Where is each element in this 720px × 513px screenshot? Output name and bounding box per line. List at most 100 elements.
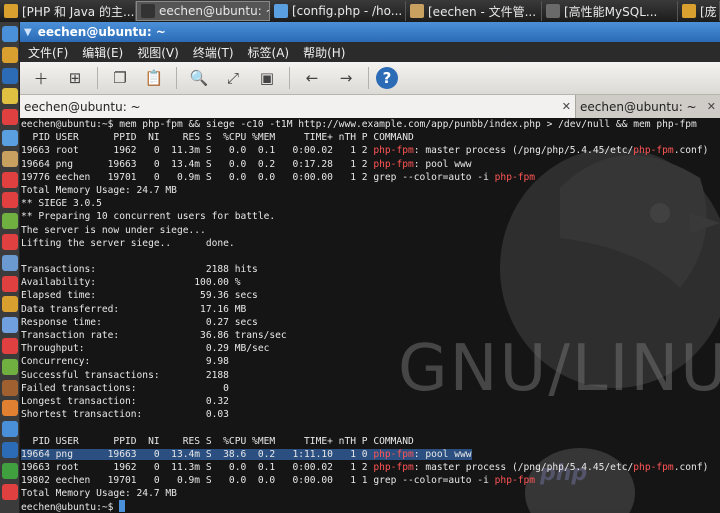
- highlighted-match: php-fpm: [494, 171, 536, 183]
- terminal-text: eechen@ubuntu:~$: [21, 502, 120, 513]
- terminal-text: 19776 eechen 19701 0 0.9m S 0.0 0.0 0:00…: [21, 171, 495, 183]
- dock-app-icon[interactable]: [2, 67, 18, 84]
- terminal-line: 19664 png 19663 0 13.4m S 0.0 0.2 0:17.2…: [21, 158, 708, 171]
- preferences-icon[interactable]: ▣: [252, 65, 282, 91]
- terminal-text: 19664 png 19663 0 13.4m S 38.6 0.2 1:11.…: [21, 448, 374, 460]
- terminal-line: Availability: 100.00 %: [21, 276, 708, 289]
- taskbar-item[interactable]: [config.php - /ho...: [270, 1, 406, 21]
- dock-app-icon[interactable]: [2, 358, 18, 375]
- terminal-line: ** Preparing 10 concurrent users for bat…: [21, 210, 708, 223]
- app-icon: [682, 4, 696, 18]
- dock-app-icon[interactable]: [2, 442, 18, 458]
- terminal-window: ▼ eechen@ubuntu: ~ 文件(F) 编辑(E) 视图(V) 终端(T) 标…: [20, 22, 720, 513]
- menu-item[interactable]: 视图(V): [137, 44, 179, 61]
- terminal-text: Failed transactions: 0: [21, 382, 229, 394]
- dock-app-icon[interactable]: [2, 213, 18, 230]
- dock-app-icon[interactable]: [2, 26, 18, 42]
- terminal-text: 19664 png 19663 0 13.4m S 0.0 0.2 0:17.2…: [21, 158, 374, 170]
- terminal-text: .conf): [673, 145, 709, 157]
- taskbar-item-label: eechen@ubuntu: ~: [159, 4, 270, 18]
- paste-icon[interactable]: 📋: [139, 65, 169, 91]
- terminal-text: Throughput: 0.29 MB/sec: [21, 343, 270, 355]
- tab-terminal-1[interactable]: eechen@ubuntu: ~ ✕: [20, 95, 576, 118]
- menu-item[interactable]: 终端(T): [193, 44, 234, 61]
- copy-icon[interactable]: ❐: [105, 65, 135, 91]
- dock-app-icon[interactable]: [2, 234, 18, 250]
- taskbar-item-label: [高性能MySQL...: [564, 4, 658, 19]
- app-icon: [546, 4, 560, 18]
- menu-item[interactable]: 标签(A): [248, 44, 290, 61]
- fullscreen-icon[interactable]: ⤢: [218, 65, 248, 91]
- dock-app-icon[interactable]: [2, 46, 18, 63]
- terminal-line: Longest transaction: 0.32: [21, 395, 708, 408]
- dock-app-icon[interactable]: [2, 109, 18, 126]
- dock-app-icon[interactable]: [2, 462, 18, 479]
- terminal-line: Failed transactions: 0: [21, 382, 708, 395]
- dock-app-icon[interactable]: [2, 379, 18, 396]
- toolbar-separator: [176, 67, 177, 89]
- menu-bar: 文件(F) 编辑(E) 视图(V) 终端(T) 标签(A) 帮助(H): [20, 42, 720, 62]
- taskbar-item[interactable]: eechen@ubuntu: ~: [136, 1, 270, 21]
- terminal-text: : pool www: [413, 158, 472, 170]
- terminal-line: eechen@ubuntu:~$ mem php-fpm && siege -c…: [21, 118, 708, 131]
- terminal-line: 19802 eechen 19701 0 0.9m S 0.0 0.0 0:00…: [21, 474, 708, 487]
- dock-app-icon[interactable]: [2, 192, 18, 209]
- help-icon[interactable]: ?: [376, 67, 398, 89]
- terminal-text: Total Memory Usage: 24.7 MB: [21, 184, 177, 196]
- window-title: eechen@ubuntu: ~: [37, 25, 166, 39]
- terminal-text: Transaction rate: 36.86 trans/sec: [21, 330, 287, 341]
- tab-terminal-2[interactable]: eechen@ubuntu: ~ ✕: [576, 95, 720, 118]
- terminal-line: 19663 root 1962 0 11.3m S 0.0 0.1 0:00.0…: [21, 461, 708, 474]
- terminal-line: Total Memory Usage: 24.7 MB: [21, 487, 708, 500]
- terminal-text: Response time: 0.27 secs: [21, 316, 258, 328]
- search-icon[interactable]: 🔍: [184, 65, 214, 91]
- taskbar-item-label: [eechen - 文件管...: [428, 4, 537, 19]
- highlighted-match: php-fpm: [373, 145, 414, 157]
- terminal-text: The server is now under siege...: [21, 224, 206, 236]
- terminal-text: ** SIEGE 3.0.5: [21, 198, 102, 210]
- toolbar: ＋ ⊞ ❐ 📋 🔍 ⤢ ▣ ← →?: [20, 62, 720, 95]
- dock-app-icon[interactable]: [2, 338, 18, 354]
- terminal-line: Successful transactions: 2188: [21, 369, 708, 382]
- dock-app-icon[interactable]: [2, 130, 18, 146]
- forward-icon[interactable]: →: [331, 65, 361, 91]
- new-window-icon[interactable]: ⊞: [60, 65, 90, 91]
- toolbar-separator: [97, 67, 98, 89]
- taskbar-item[interactable]: [eechen - 文件管...: [406, 1, 542, 21]
- back-icon[interactable]: ←: [297, 65, 327, 91]
- terminal-line: Lifting the server siege.. done.: [21, 237, 708, 250]
- new-tab-icon[interactable]: ＋: [26, 65, 56, 91]
- dock-app-icon[interactable]: [2, 296, 18, 313]
- terminal-line: Data transferred: 17.16 MB: [21, 303, 708, 316]
- dock-app-icon[interactable]: [2, 317, 18, 334]
- dock-app-icon[interactable]: [2, 150, 18, 167]
- terminal-text: Successful transactions: 2188: [21, 369, 229, 381]
- terminal-text: Elapsed time: 59.36 secs: [21, 290, 258, 302]
- terminal-text: Availability: 100.00 %: [21, 277, 241, 289]
- highlighted-match: php-fpm: [373, 448, 414, 460]
- menu-item[interactable]: 帮助(H): [303, 44, 345, 61]
- dock-app-icon[interactable]: [2, 421, 18, 438]
- dock-app-icon[interactable]: [2, 171, 18, 188]
- dock-app-icon[interactable]: [2, 88, 18, 105]
- close-icon[interactable]: ✕: [562, 100, 571, 113]
- window-titlebar[interactable]: ▼ eechen@ubuntu: ~: [20, 22, 720, 42]
- dock-app-icon[interactable]: [2, 400, 18, 417]
- taskbar-item[interactable]: [PHP 和 Java 的主...: [0, 1, 136, 21]
- taskbar-item[interactable]: [高性能MySQL...: [542, 1, 678, 21]
- terminal-area[interactable]: GNU/LINUX php eechen@ubuntu:~$ mem php-f…: [20, 118, 720, 513]
- terminal-text: eechen@ubuntu:~$ mem php-fpm && siege -c…: [21, 119, 697, 130]
- window-menu-icon[interactable]: ▼: [24, 27, 32, 38]
- close-icon[interactable]: ✕: [707, 100, 716, 113]
- toolbar-separator: [289, 67, 290, 89]
- taskbar-item[interactable]: [庞: [678, 1, 720, 21]
- terminal-text: : master process (/png/php/5.4.45/etc/: [413, 461, 634, 473]
- dock-app-icon[interactable]: [2, 483, 18, 500]
- dock-app-icon[interactable]: [2, 275, 18, 292]
- terminal-line: ** SIEGE 3.0.5: [21, 197, 708, 210]
- menu-item[interactable]: 编辑(E): [82, 44, 123, 61]
- dock-app-icon[interactable]: [2, 254, 18, 271]
- menu-item[interactable]: 文件(F): [28, 44, 68, 61]
- terminal-text: Data transferred: 17.16 MB: [21, 303, 247, 315]
- taskbar-item-label: [庞: [700, 4, 717, 19]
